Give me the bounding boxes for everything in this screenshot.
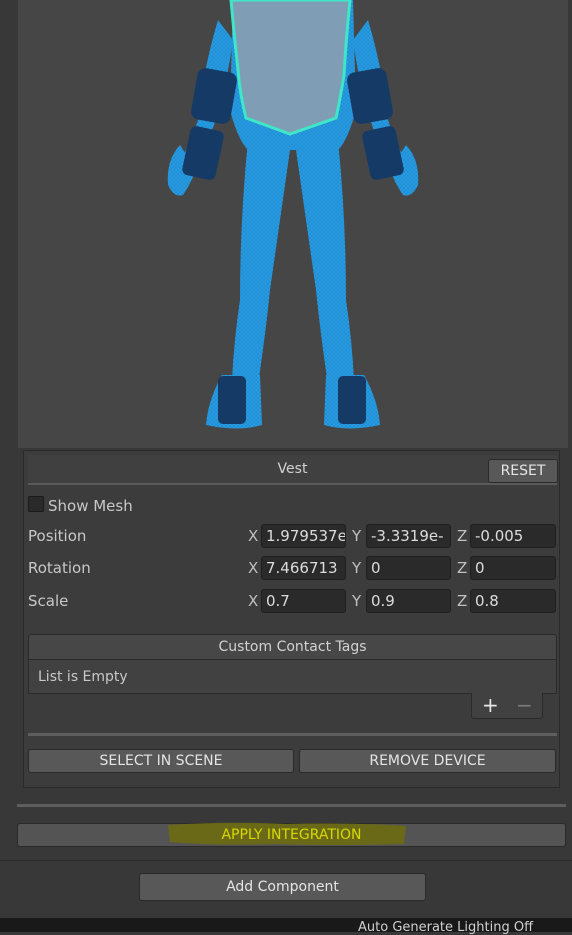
select-in-scene-button[interactable]: SELECT IN SCENE	[28, 749, 294, 773]
inspector-divider	[0, 860, 572, 861]
remove-device-button[interactable]: REMOVE DEVICE	[299, 749, 556, 773]
rotation-y-axis-label: Y	[352, 559, 362, 577]
reset-button[interactable]: RESET	[488, 459, 558, 483]
add-tag-button[interactable]: +	[482, 693, 499, 719]
position-x-axis-label: X	[248, 527, 259, 545]
rotation-z-axis-label: Z	[457, 559, 468, 577]
position-z-axis-label: Z	[457, 527, 468, 545]
status-bar-text: Auto Generate Lighting Off	[358, 920, 534, 935]
rotation-z-field[interactable]: 0	[470, 556, 556, 580]
custom-contact-tags-list: List is Empty	[28, 660, 557, 694]
show-mesh-checkbox[interactable]	[28, 496, 44, 512]
device-header: Vest RESET	[28, 455, 558, 485]
custom-contact-tags-header[interactable]: Custom Contact Tags	[28, 634, 557, 660]
scale-y-field[interactable]: 0.9	[366, 589, 451, 613]
section-divider	[17, 804, 566, 807]
position-x-field[interactable]: 1.979537e	[261, 524, 346, 548]
avatar-body-mesh	[167, 0, 419, 429]
apply-integration-label: APPLY INTEGRATION	[221, 827, 362, 843]
device-panel: Vest RESET Show Mesh Position X 1.979537…	[23, 450, 560, 788]
show-mesh-label: Show Mesh	[48, 497, 133, 515]
position-label: Position	[28, 527, 87, 545]
scale-z-axis-label: Z	[457, 592, 468, 610]
position-y-field[interactable]: -3.3319e-	[366, 524, 451, 548]
panel-divider	[28, 733, 557, 736]
scale-x-axis-label: X	[248, 592, 259, 610]
scale-z-field[interactable]: 0.8	[470, 589, 556, 613]
rotation-label: Rotation	[28, 559, 91, 577]
avatar-preview-viewport[interactable]	[18, 0, 568, 448]
position-z-field[interactable]: -0.005	[470, 524, 556, 548]
rotation-y-field[interactable]: 0	[366, 556, 451, 580]
remove-tag-button[interactable]: −	[516, 693, 533, 719]
scale-label: Scale	[28, 592, 69, 610]
list-add-remove-footer: + −	[471, 693, 543, 719]
device-title: Vest	[277, 461, 308, 477]
rotation-x-field[interactable]: 7.466713	[261, 556, 346, 580]
rotation-x-axis-label: X	[248, 559, 259, 577]
add-component-button[interactable]: Add Component	[139, 873, 426, 901]
scale-x-field[interactable]: 0.7	[261, 589, 346, 613]
position-y-axis-label: Y	[352, 527, 362, 545]
apply-integration-button[interactable]: APPLY INTEGRATION	[17, 822, 566, 847]
list-empty-text: List is Empty	[38, 669, 128, 685]
scale-y-axis-label: Y	[352, 592, 362, 610]
